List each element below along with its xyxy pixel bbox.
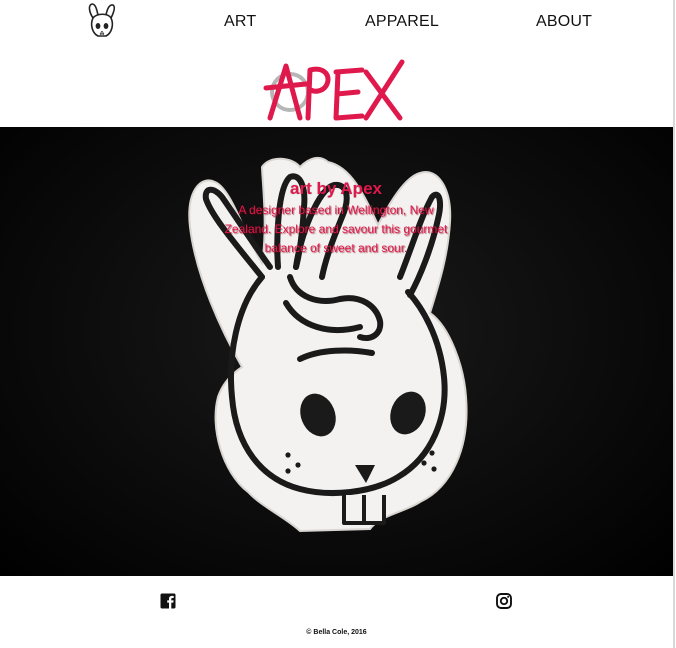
instagram-icon[interactable]: [495, 592, 513, 610]
page: ART APPAREL ABOUT art by Apex A designer…: [0, 0, 673, 648]
hero-title: art by Apex: [290, 179, 382, 198]
copyright-text: © Bella Cole, 2016: [306, 629, 367, 636]
nav-link-about[interactable]: ABOUT: [536, 13, 592, 31]
main-nav: ART APPAREL ABOUT: [0, 0, 673, 44]
bunny-logo-icon[interactable]: [84, 2, 120, 42]
hero-text: art by Apex A designer based in Wellingt…: [220, 179, 452, 258]
apex-wordmark-logo[interactable]: [262, 54, 408, 126]
facebook-icon[interactable]: [159, 592, 177, 610]
hero-banner: art by Apex A designer based in Wellingt…: [0, 127, 673, 576]
page-edge-divider: [673, 0, 675, 648]
nav-link-apparel[interactable]: APPAREL: [365, 13, 439, 31]
hero-description: A designer based in Wellington, New Zeal…: [224, 203, 448, 255]
nav-link-art[interactable]: ART: [224, 13, 256, 31]
